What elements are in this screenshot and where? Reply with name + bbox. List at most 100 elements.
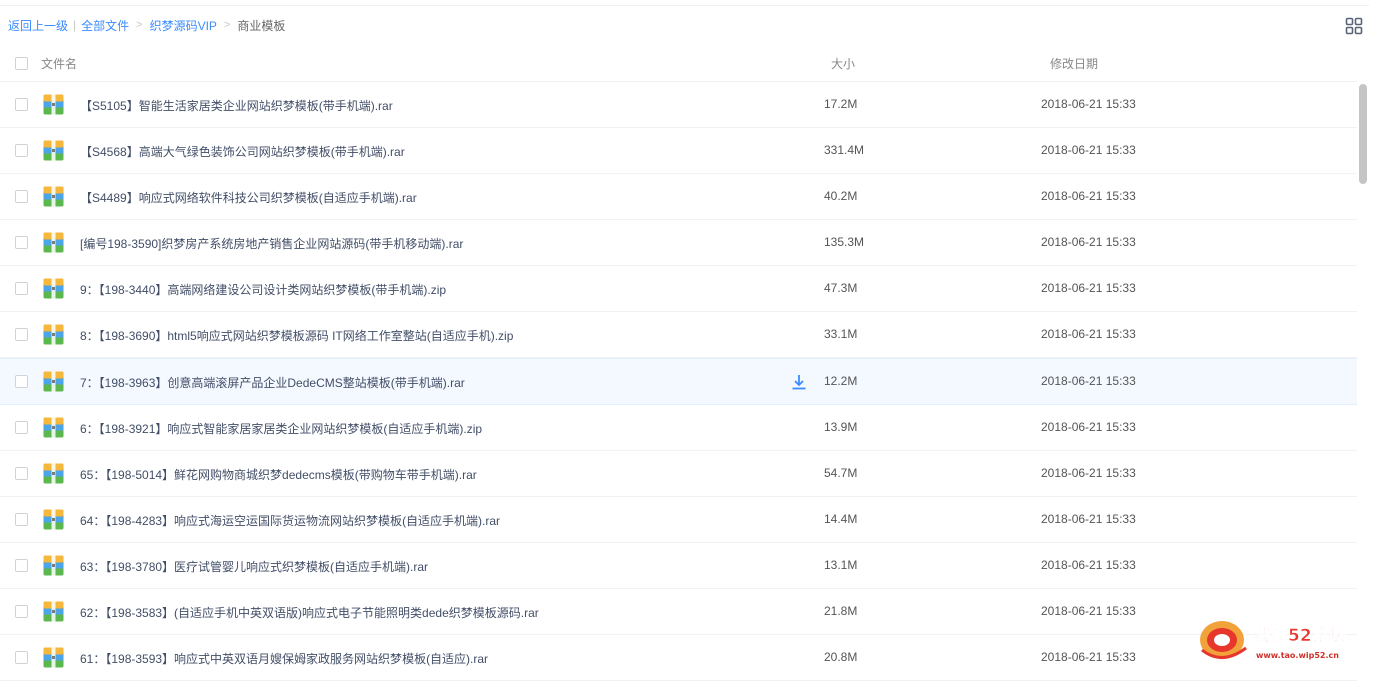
file-name[interactable]: 6：【198-3921】响应式智能家居家居类企业网站织梦模板(自适应手机端).z… xyxy=(80,420,482,437)
file-size: 54.7M xyxy=(824,466,858,480)
file-size: 21.8M xyxy=(824,604,858,618)
row-checkbox[interactable] xyxy=(15,651,28,664)
archive-file-icon xyxy=(43,509,64,530)
file-date: 2018-06-21 15:33 xyxy=(1041,281,1136,295)
archive-file-icon xyxy=(43,417,64,438)
file-date: 2018-06-21 15:33 xyxy=(1041,466,1136,480)
file-date: 2018-06-21 15:33 xyxy=(1041,235,1136,249)
file-name[interactable]: 63：【198-3780】医疗试管婴儿响应式织梦模板(自适应手机端).rar xyxy=(80,558,428,575)
file-date: 2018-06-21 15:33 xyxy=(1041,512,1136,526)
file-date: 2018-06-21 15:33 xyxy=(1041,374,1136,388)
file-size: 331.4M xyxy=(824,143,865,157)
file-name[interactable]: 64：【198-4283】响应式海运空运国际货运物流网站织梦模板(自适应手机端)… xyxy=(80,512,500,529)
vertical-scrollbar[interactable] xyxy=(1359,84,1367,184)
all-files-link[interactable]: 全部文件 xyxy=(81,17,129,34)
column-header-date[interactable]: 修改日期 xyxy=(1050,55,1098,72)
file-name[interactable]: 9：【198-3440】高端网络建设公司设计类网站织梦模板(带手机端).zip xyxy=(80,281,446,298)
file-row[interactable]: 64：【198-4283】响应式海运空运国际货运物流网站织梦模板(自适应手机端)… xyxy=(0,497,1357,543)
file-row[interactable]: 65：【198-5014】鲜花网购物商城织梦dedecms模板(带购物车带手机端… xyxy=(0,451,1357,497)
file-name[interactable]: 【S4489】响应式网络软件科技公司织梦模板(自适应手机端).rar xyxy=(80,189,417,206)
file-row[interactable]: 6：【198-3921】响应式智能家居家居类企业网站织梦模板(自适应手机端).z… xyxy=(0,405,1357,451)
row-checkbox[interactable] xyxy=(15,513,28,526)
row-checkbox[interactable] xyxy=(15,144,28,157)
row-checkbox[interactable] xyxy=(15,98,28,111)
row-checkbox[interactable] xyxy=(15,559,28,572)
file-name[interactable]: 8：【198-3690】html5响应式网站织梦模板源码 IT网络工作室整站(自… xyxy=(80,327,513,344)
file-row[interactable]: 【S4489】响应式网络软件科技公司织梦模板(自适应手机端).rar 40.2M 2… xyxy=(0,174,1357,220)
file-name[interactable]: 61：【198-3593】响应式中英双语月嫂保姆家政服务网站织梦模板(自适应).… xyxy=(80,650,488,667)
file-row[interactable]: 63：【198-3780】医疗试管婴儿响应式织梦模板(自适应手机端).rar 13… xyxy=(0,543,1357,589)
row-checkbox[interactable] xyxy=(15,328,28,341)
file-size: 13.1M xyxy=(824,558,858,572)
column-header-name[interactable]: 文件名 xyxy=(41,55,77,72)
current-folder: 商业模板 xyxy=(237,18,286,33)
file-date: 2018-06-21 15:33 xyxy=(1041,97,1136,111)
file-rows: 【S5105】智能生活家居类企业网站织梦模板(带手机端).rar 17.2M 201… xyxy=(0,82,1357,681)
file-list: 文件名 大小 修改日期 【S5105】智能生活家居类企业网站织梦模板(带手机端)… xyxy=(0,44,1357,681)
archive-file-icon xyxy=(43,278,64,299)
select-all-checkbox[interactable] xyxy=(15,57,28,70)
archive-file-icon xyxy=(43,232,64,253)
file-date: 2018-06-21 15:33 xyxy=(1041,650,1136,664)
watermark-url: www.tao.wip52.cn xyxy=(1256,651,1339,660)
file-size: 17.2M xyxy=(824,97,858,111)
breadcrumb-arrow: > xyxy=(136,19,143,31)
row-checkbox[interactable] xyxy=(15,190,28,203)
back-link[interactable]: 返回上一级 xyxy=(8,17,68,34)
row-checkbox[interactable] xyxy=(15,236,28,249)
breadcrumb-separator: | xyxy=(73,18,77,32)
column-header-size[interactable]: 大小 xyxy=(831,55,855,72)
file-size: 20.8M xyxy=(824,650,858,664)
file-size: 13.9M xyxy=(824,420,858,434)
archive-file-icon xyxy=(43,463,64,484)
row-checkbox[interactable] xyxy=(15,421,28,434)
file-row[interactable]: 61：【198-3593】响应式中英双语月嫂保姆家政服务网站织梦模板(自适应).… xyxy=(0,635,1357,681)
archive-file-icon xyxy=(43,371,64,392)
file-name[interactable]: 7：【198-3963】创意高端滚屏产品企业DedeCMS整站模板(带手机端).… xyxy=(80,374,465,391)
file-row[interactable]: 【S4568】高端大气绿色装饰公司网站织梦模板(带手机端).rar 331.4M 2… xyxy=(0,128,1357,174)
file-row[interactable]: 9：【198-3440】高端网络建设公司设计类网站织梦模板(带手机端).zip 4… xyxy=(0,266,1357,312)
file-row[interactable]: 【S5105】智能生活家居类企业网站织梦模板(带手机端).rar 17.2M 201… xyxy=(0,82,1357,128)
file-name[interactable]: 65：【198-5014】鲜花网购物商城织梦dedecms模板(带购物车带手机端… xyxy=(80,466,477,483)
file-row[interactable]: 7：【198-3963】创意高端滚屏产品企业DedeCMS整站模板(带手机端).… xyxy=(0,358,1357,405)
file-size: 40.2M xyxy=(824,189,858,203)
file-row[interactable]: 8：【198-3690】html5响应式网站织梦模板源码 IT网络工作室整站(自… xyxy=(0,312,1357,358)
breadcrumb: 返回上一级 | 全部文件 > 织梦源码VIP > 商业模板 xyxy=(8,17,285,33)
file-name[interactable]: 【S5105】智能生活家居类企业网站织梦模板(带手机端).rar xyxy=(80,97,393,114)
file-size: 33.1M xyxy=(824,327,858,341)
archive-file-icon xyxy=(43,601,64,622)
archive-file-icon xyxy=(43,186,64,207)
row-checkbox[interactable] xyxy=(15,605,28,618)
folder-link[interactable]: 织梦源码VIP xyxy=(150,17,217,34)
archive-file-icon xyxy=(43,555,64,576)
file-row[interactable]: 62：【198-3583】(自适应手机中英双语版)响应式电子节能照明类dede织… xyxy=(0,589,1357,635)
file-name[interactable]: 62：【198-3583】(自适应手机中英双语版)响应式电子节能照明类dede织… xyxy=(80,604,539,621)
list-header: 文件名 大小 修改日期 xyxy=(0,44,1357,82)
file-date: 2018-06-21 15:33 xyxy=(1041,189,1136,203)
row-checkbox[interactable] xyxy=(15,282,28,295)
archive-file-icon xyxy=(43,647,64,668)
grid-view-icon[interactable] xyxy=(1345,17,1363,35)
file-size: 47.3M xyxy=(824,281,858,295)
file-size: 135.3M xyxy=(824,235,865,249)
file-name[interactable]: [编号198-3590]织梦房产系统房地产销售企业网站源码(带手机移动端).ra… xyxy=(80,235,463,252)
row-checkbox[interactable] xyxy=(15,467,28,480)
download-icon[interactable] xyxy=(790,373,808,391)
archive-file-icon xyxy=(43,324,64,345)
breadcrumb-arrow: > xyxy=(223,19,231,31)
file-date: 2018-06-21 15:33 xyxy=(1041,327,1136,341)
file-name[interactable]: 【S4568】高端大气绿色装饰公司网站织梦模板(带手机端).rar xyxy=(80,143,405,160)
file-date: 2018-06-21 15:33 xyxy=(1041,558,1136,572)
top-divider xyxy=(0,0,1369,6)
archive-file-icon xyxy=(43,94,64,115)
file-date: 2018-06-21 15:33 xyxy=(1041,604,1136,618)
file-row[interactable]: [编号198-3590]织梦房产系统房地产销售企业网站源码(带手机移动端).ra… xyxy=(0,220,1357,266)
archive-file-icon xyxy=(43,140,64,161)
watermark-title: 我爱52论坛 xyxy=(1254,625,1346,646)
watermark-logo: 我爱52论坛 www.tao.wip52.cn xyxy=(1196,614,1381,664)
file-size: 14.4M xyxy=(824,512,858,526)
file-date: 2018-06-21 15:33 xyxy=(1041,420,1136,434)
file-size: 12.2M xyxy=(824,374,858,388)
file-date: 2018-06-21 15:33 xyxy=(1041,143,1136,157)
row-checkbox[interactable] xyxy=(15,375,28,388)
